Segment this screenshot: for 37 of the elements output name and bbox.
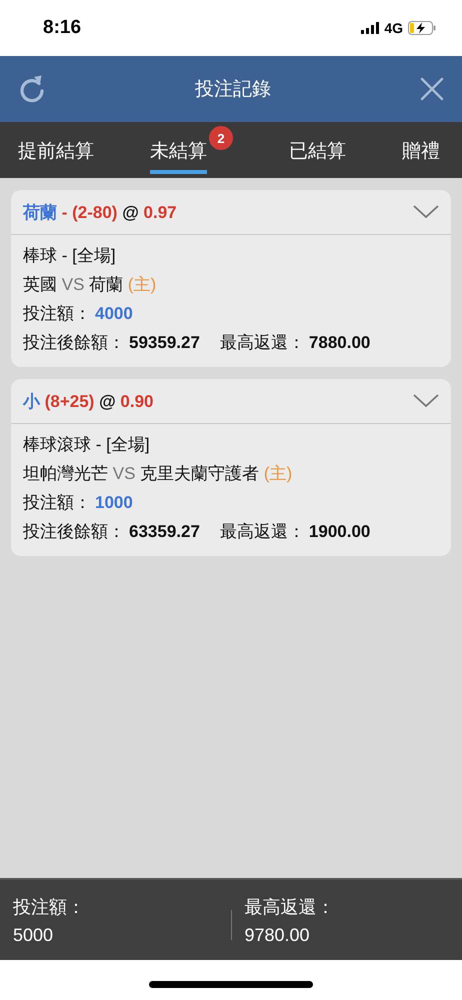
sport-market: 棒球滾球 - [全場]	[23, 434, 151, 456]
signal-icon	[361, 22, 380, 34]
total-stake-label: 投注額：	[13, 896, 86, 918]
tab[interactable]: 贈禮	[394, 122, 448, 178]
tab[interactable]: 未結算 2	[142, 122, 241, 178]
refresh-icon[interactable]	[18, 74, 46, 104]
total-return-amount: 9780.00	[244, 924, 311, 946]
stake-amount: 1000	[95, 492, 133, 514]
balance-amount: 63359.27	[129, 521, 200, 543]
balance-label: 投注後餘額：	[23, 521, 125, 543]
balance-label: 投注後餘額：	[23, 332, 125, 354]
home-indicator[interactable]	[149, 980, 313, 988]
max-return-amount: 7880.00	[308, 332, 370, 354]
network-label: 4G	[384, 20, 403, 36]
chevron-down-icon[interactable]	[413, 205, 439, 219]
chevron-down-icon[interactable]	[413, 394, 439, 408]
stake-label: 投注額：	[23, 492, 91, 514]
page-title: 投注記錄	[195, 78, 271, 102]
match-teams: 英國 VS 荷蘭 (主)	[23, 274, 158, 296]
max-return-label: 最高返還：	[220, 521, 305, 543]
max-return-amount: 1900.00	[308, 521, 370, 543]
battery-charging-icon	[408, 21, 436, 35]
sport-market: 棒球 - [全場]	[23, 245, 117, 267]
count-badge: 2	[209, 126, 233, 150]
tab[interactable]: 提前結算	[10, 122, 102, 178]
match-teams: 坦帕灣光芒 VS 克里夫蘭守護者 (主)	[23, 463, 294, 485]
stake-label: 投注額：	[23, 303, 91, 325]
balance-amount: 59359.27	[129, 332, 200, 354]
status-time: 8:16	[43, 17, 82, 39]
tab[interactable]: 已結算	[281, 122, 354, 178]
bet-title: 小 (8+25) @ 0.90	[23, 390, 154, 412]
close-icon[interactable]	[420, 77, 444, 101]
max-return-label: 最高返還：	[220, 332, 305, 354]
total-stake-amount: 5000	[13, 924, 54, 946]
stake-amount: 4000	[95, 303, 133, 325]
total-return-label: 最高返還：	[244, 896, 336, 918]
bet-title: 荷蘭 - (2-80) @ 0.97	[23, 202, 177, 224]
